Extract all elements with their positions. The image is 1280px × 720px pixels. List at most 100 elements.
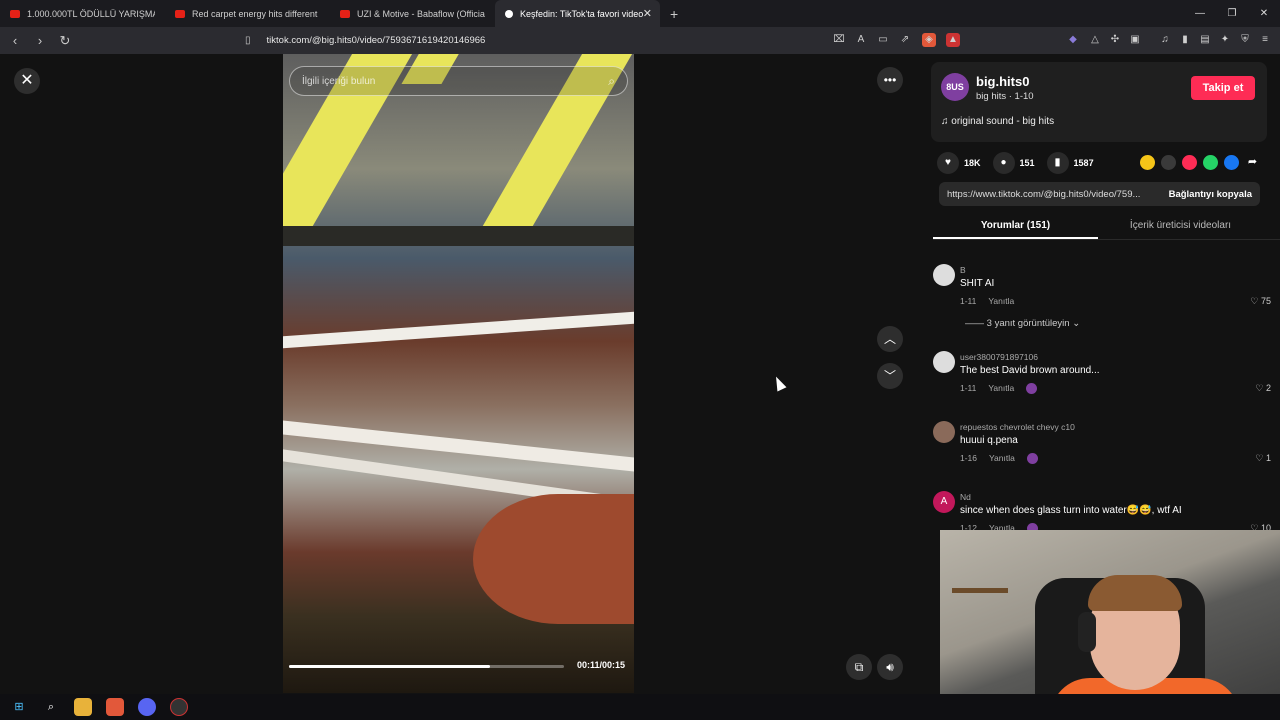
commenter-avatar[interactable] [933, 264, 955, 286]
video-frame-shadow [283, 226, 634, 246]
reply-button[interactable]: Yanıtla [988, 296, 1014, 306]
author-card: 8US big.hits0 big hits · 1-10 Takip et ♫… [931, 62, 1267, 142]
reply-button[interactable]: Yanıtla [988, 383, 1014, 393]
cast-icon[interactable]: ▭ [876, 33, 890, 47]
brave-shield-icon[interactable]: ◈ [922, 33, 936, 47]
browser-tab-bar: 1.000.000TL ÖDÜLLÜ YARIŞMA! ORK Red carp… [0, 0, 1280, 27]
commenter-avatar[interactable]: A [933, 491, 955, 513]
video-progress-bar[interactable] [289, 665, 564, 668]
brave-browser-icon[interactable] [106, 698, 124, 716]
comment-text: huuui q.pena [960, 435, 1018, 446]
related-search-input[interactable]: İlgili içeriği bulun ⌕ [289, 66, 628, 96]
video-time: 00:11/00:15 [577, 660, 626, 670]
repost-icon[interactable] [1140, 155, 1155, 170]
app-icon[interactable] [170, 698, 188, 716]
browser-tab-2[interactable]: Red carpet energy hits different in LA [165, 0, 330, 27]
bookmark-icon: ▮ [1046, 152, 1069, 174]
reload-icon[interactable]: ↻ [55, 33, 75, 49]
author-name[interactable]: big.hits0 [976, 74, 1029, 89]
restore-icon[interactable]: ❐ [1216, 0, 1248, 27]
commenter-name[interactable]: Nd [960, 492, 971, 502]
discord-icon[interactable] [138, 698, 156, 716]
translate-icon[interactable]: ⌧ [832, 33, 846, 47]
windows-start-icon[interactable]: ⊞ [10, 698, 28, 716]
brave-rewards-icon[interactable]: ▲ [946, 33, 960, 47]
commenter-name[interactable]: repuestos chevrolet chevy c10 [960, 422, 1075, 432]
replies-text: 3 yanıt görüntüleyin [986, 318, 1070, 329]
search-icon[interactable]: ⌕ [608, 74, 615, 89]
facebook-icon[interactable] [1224, 155, 1239, 170]
extension-icon[interactable]: ◆ [1066, 33, 1080, 47]
volume-icon[interactable]: 🔊︎ [877, 654, 903, 680]
comment-text: since when does glass turn into water😅😅,… [960, 505, 1182, 516]
heart-outline-icon: ♡ [1255, 453, 1266, 463]
sound-link[interactable]: ♫ original sound - big hits [941, 116, 1054, 127]
floating-player-button[interactable]: ⧉ [846, 654, 872, 680]
embed-icon[interactable] [1161, 155, 1176, 170]
share-buttons: ➦ [1134, 155, 1260, 170]
comment-date: 1-16 [960, 453, 978, 463]
windows-taskbar: ⊞ ⌕ [0, 694, 1280, 720]
share-arrow-icon[interactable]: ➦ [1245, 155, 1260, 170]
comment-meta: 1-11 Yanıtla [960, 296, 1014, 306]
close-window-icon[interactable]: ✕ [1248, 0, 1280, 27]
bookmark-icon[interactable]: ▯ [245, 35, 251, 46]
window-controls: — ❐ ✕ [1184, 0, 1280, 27]
tab-creator-videos[interactable]: İçerik üreticisi videoları [1098, 214, 1263, 239]
like-count: 18K [964, 158, 981, 168]
menu-icon[interactable]: ≡ [1258, 33, 1272, 47]
sidebar-icon[interactable]: ▮ [1178, 33, 1192, 47]
forward-icon[interactable]: › [30, 33, 50, 48]
comment-like-button[interactable]: ♡ 75 [1250, 296, 1271, 307]
next-video-button[interactable]: ﹀ [877, 363, 903, 389]
author-avatar[interactable]: 8US [941, 73, 969, 101]
search-icon[interactable]: ⌕ [42, 698, 60, 716]
music-icon[interactable]: ♫ [1158, 33, 1172, 47]
comment-like-button[interactable]: ♡ 2 [1255, 383, 1271, 394]
reply-button[interactable]: Yanıtla [989, 453, 1015, 463]
comment-meta: 1-11 Yanıtla [960, 383, 1038, 395]
leo-icon[interactable]: ✦ [1218, 33, 1232, 47]
whatsapp-icon[interactable] [1203, 155, 1218, 170]
wallet-icon[interactable]: ▤ [1198, 33, 1212, 47]
tab-title: UZI & Motive - Babaflow (Official [357, 8, 485, 19]
comment-text: The best David brown around... [960, 365, 1100, 376]
commenter-name[interactable]: B [960, 265, 966, 275]
extension-icon[interactable]: △ [1088, 33, 1102, 47]
heart-outline-icon: ♡ [1255, 383, 1266, 393]
file-explorer-icon[interactable] [74, 698, 92, 716]
close-video-button[interactable]: ✕ [14, 68, 40, 94]
video-frame-object [473, 494, 634, 624]
commenter-avatar[interactable] [933, 351, 955, 373]
video-player[interactable] [283, 54, 634, 693]
minimize-icon[interactable]: — [1184, 0, 1216, 27]
view-replies-button[interactable]: —— 3 yanıt görüntüleyin ⌄ [965, 318, 1080, 329]
browser-tab-3[interactable]: UZI & Motive - Babaflow (Official [330, 0, 495, 27]
extension-icon[interactable]: ▣ [1128, 33, 1142, 47]
new-tab-button[interactable]: + [670, 6, 678, 22]
copy-link-button[interactable]: Bağlantıyı kopyala [1169, 189, 1252, 200]
language-icon[interactable]: A [854, 33, 868, 47]
creator-badge-icon [1026, 453, 1038, 465]
comment-like-button[interactable]: ♡ 1 [1255, 453, 1271, 464]
follow-button[interactable]: Takip et [1191, 76, 1255, 100]
back-icon[interactable]: ‹ [5, 33, 25, 48]
commenter-avatar[interactable] [933, 421, 955, 443]
puzzle-icon[interactable]: ✣ [1108, 33, 1122, 47]
more-options-button[interactable]: ••• [877, 67, 903, 93]
tab-title: Keşfedin: TikTok'ta favori video [520, 8, 644, 19]
tab-comments[interactable]: Yorumlar (151) [933, 214, 1098, 239]
like-button[interactable]: ♥ 18K [937, 152, 981, 174]
commenter-name[interactable]: user3800791897106 [960, 352, 1038, 362]
comment-button[interactable]: ● 151 [992, 152, 1035, 174]
previous-video-button[interactable]: ︿ [877, 326, 903, 352]
send-icon[interactable] [1182, 155, 1197, 170]
tiktok-icon [505, 9, 513, 18]
share-icon[interactable]: ⇗ [898, 33, 912, 47]
browser-tab-1[interactable]: 1.000.000TL ÖDÜLLÜ YARIŞMA! ORK [0, 0, 165, 27]
save-button[interactable]: ▮ 1587 [1046, 152, 1094, 174]
close-tab-icon[interactable]: ✕ [643, 7, 652, 20]
url-field[interactable]: ▯ tiktok.com/@big.hits0/video/7593671619… [245, 31, 825, 50]
vpn-icon[interactable]: ⛨ [1238, 33, 1252, 47]
browser-tab-4-active[interactable]: Keşfedin: TikTok'ta favori video ✕ [495, 0, 660, 27]
